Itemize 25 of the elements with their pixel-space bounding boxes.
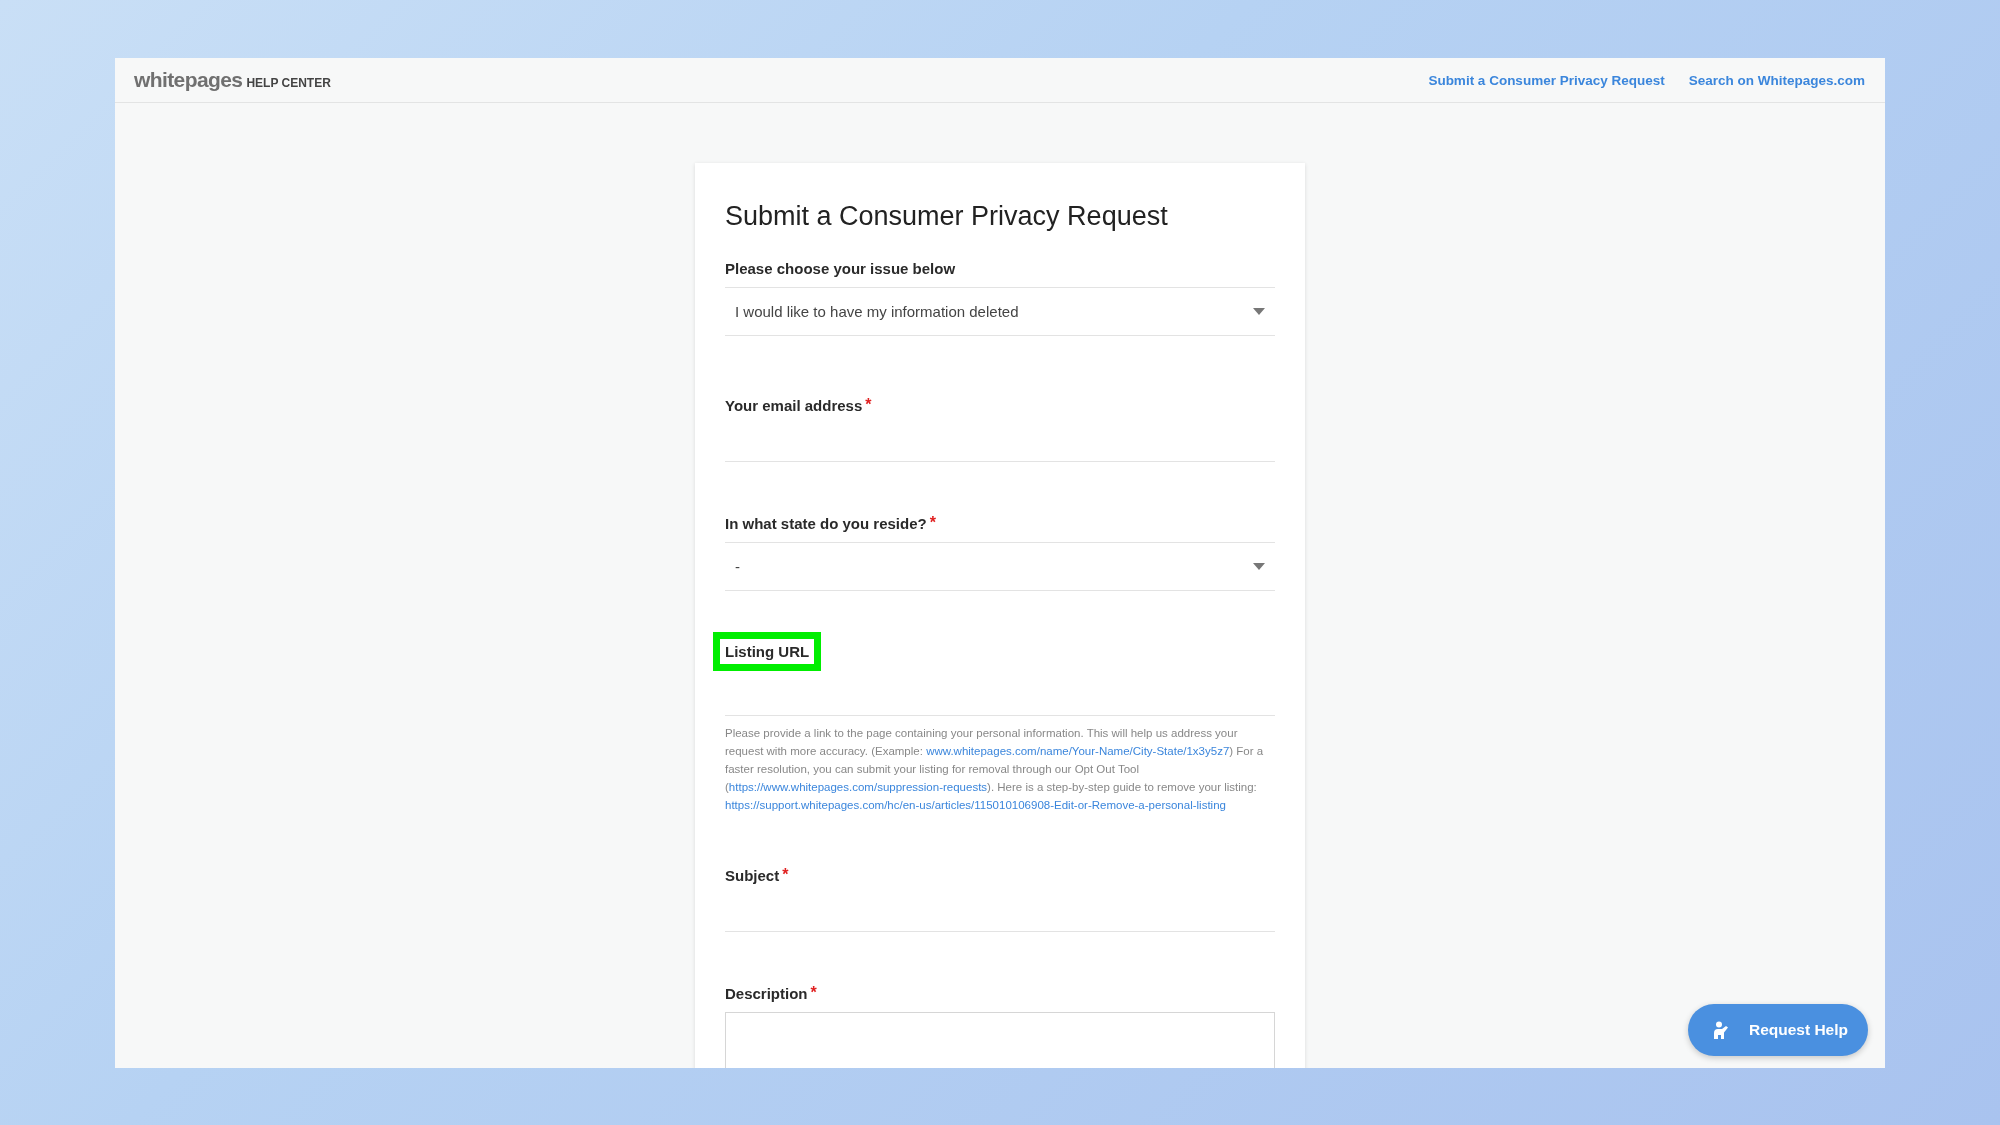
link[interactable]: https://support.whitepages.com/hc/en-us/articles/115010106908-Edit-or-Remove-a-personal-listing (725, 799, 1226, 811)
nav-link[interactable]: Search on Whitepages.com (1688, 72, 1865, 88)
field-label: In what state do you reside? (725, 514, 927, 532)
link[interactable]: www.whitepages.com/name/Your-Name/City-State/1x3y5z7 (926, 745, 1230, 757)
field-label: Listing URL (725, 643, 810, 660)
hint-text: Please provide a link to the page containing your personal information. This will help us address your request with more accuracy. (Example: www.whitepages.com/name/Your-Name/City-State/1x3y5z7) For a faster resolution, you can submit your listing for removal through our Opt Out Tool (https://www.whitepages.com/suppression-requests). Here is a step-by-step guide to remove your listing: https://support.whitepages.com/hc/en-us/articles/115010106908-Edit-or-Remove-a-personal-listing (725, 726, 1265, 813)
required-mark: * (810, 984, 817, 1002)
dropdown[interactable]: I would like to have my information deleted (725, 287, 1275, 336)
field-label: Description (725, 984, 808, 1002)
caret-icon (1253, 308, 1265, 315)
caret-icon (1253, 563, 1265, 570)
link[interactable]: https://www.whitepages.com/suppression-requests (728, 781, 988, 793)
form-title: Submit a Consumer Privacy Request (725, 201, 1169, 232)
required-mark: * (865, 396, 872, 414)
logo[interactable]: whitepages (134, 68, 243, 92)
required-mark: * (929, 514, 936, 532)
person-icon (1712, 1021, 1731, 1039)
nav-link[interactable]: Submit a Consumer Privacy Request (1428, 72, 1665, 88)
field-label: Subject (725, 866, 780, 884)
dropdown[interactable]: - (725, 542, 1275, 591)
required-mark: * (782, 866, 789, 884)
logo-subtitle: HELP CENTER (246, 76, 331, 90)
field-label: Your email address (725, 396, 863, 414)
request-help-button[interactable]: Request Help (1687, 1004, 1868, 1056)
field-label: Please choose your issue below (725, 260, 956, 277)
